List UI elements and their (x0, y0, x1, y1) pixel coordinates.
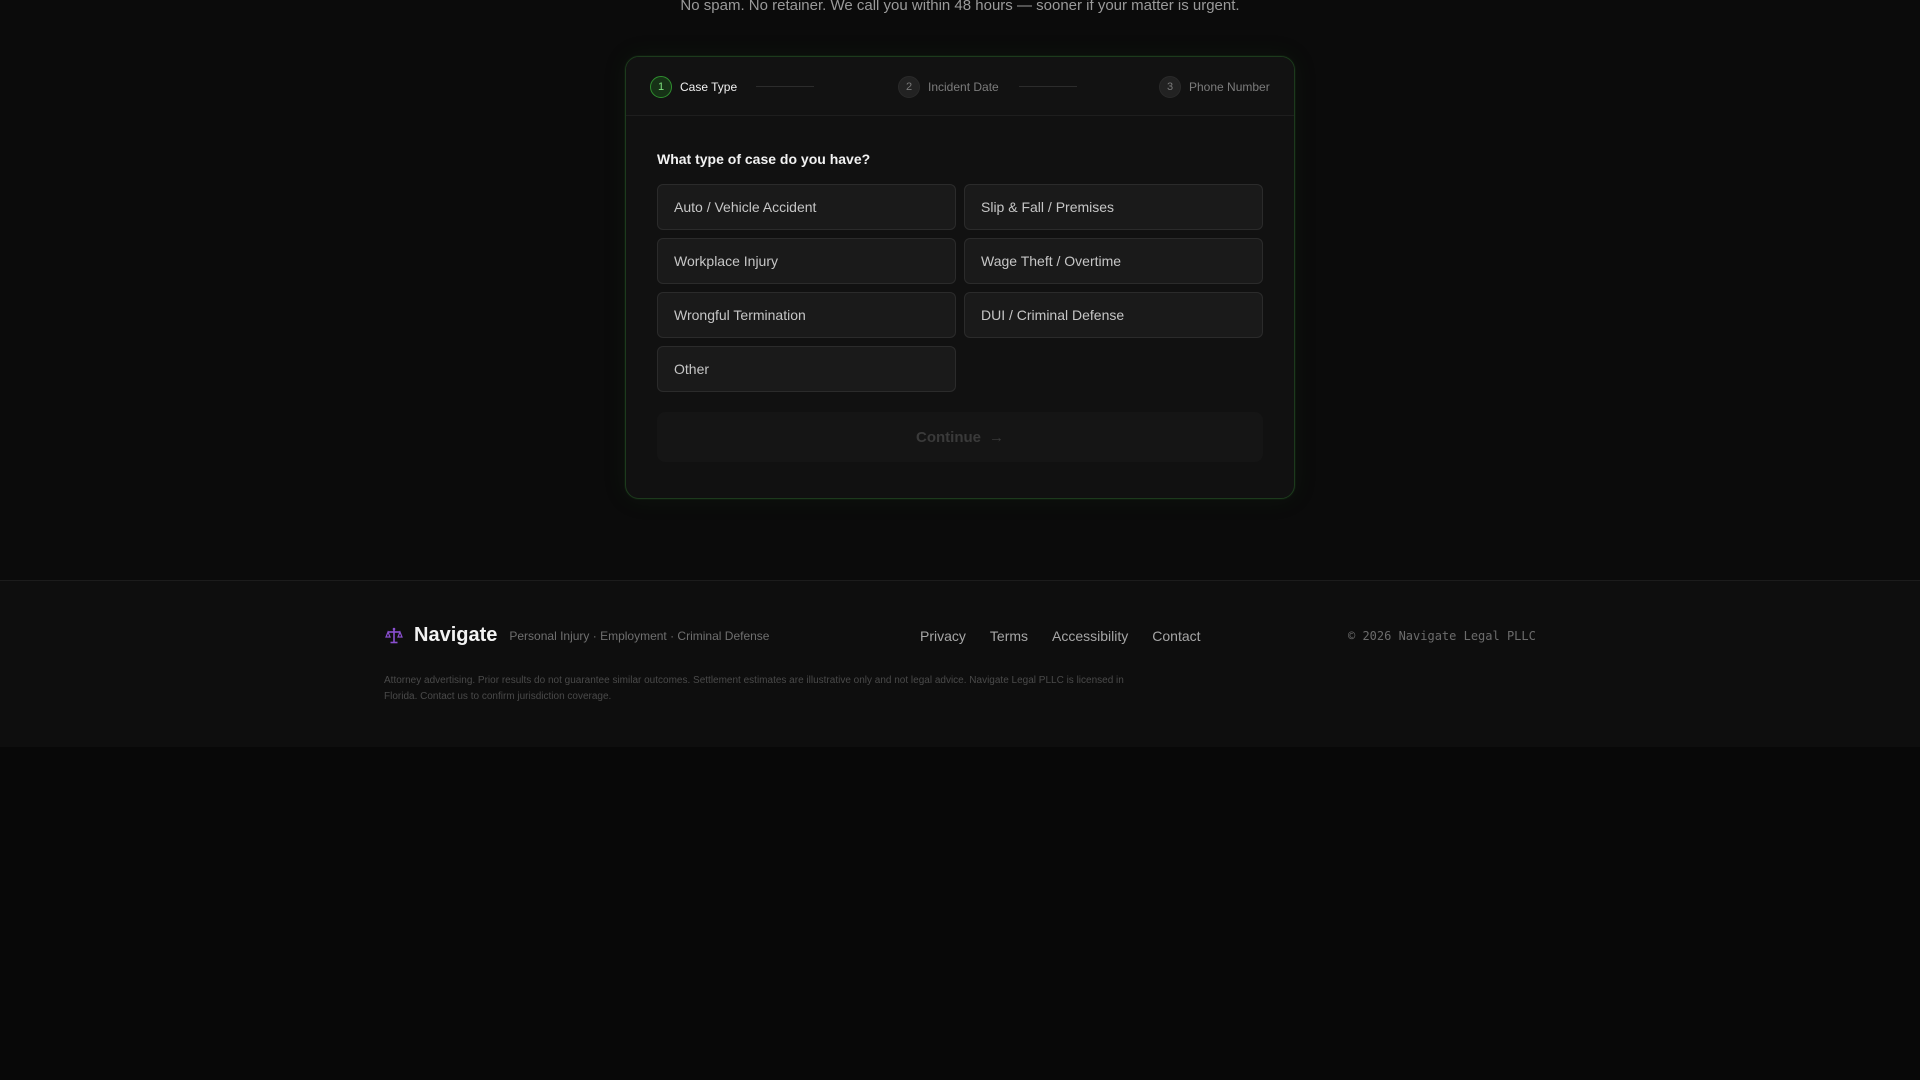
step-connector (756, 86, 814, 87)
case-option-wrongful-termination[interactable]: Wrongful Termination (657, 292, 956, 338)
footer-link-accessibility[interactable]: Accessibility (1052, 628, 1128, 644)
legal-disclaimer: Attorney advertising. Prior results do n… (384, 675, 1124, 702)
footer-link-contact[interactable]: Contact (1152, 628, 1200, 644)
step-connector (1019, 86, 1077, 87)
form-question: What type of case do you have? (657, 151, 871, 167)
scales-of-justice-icon (385, 627, 403, 643)
footer-nav: Privacy Terms Accessibility Contact (920, 628, 1201, 644)
step-label: Incident Date (928, 80, 999, 94)
intro-subtitle: No spam. No retainer. We call you within… (680, 0, 1240, 14)
footer-link-terms[interactable]: Terms (990, 628, 1028, 644)
copyright: © 2026 Navigate Legal PLLC (1348, 629, 1536, 643)
step-incident-date[interactable]: 2 Incident Date (898, 75, 999, 99)
case-option-auto-accident[interactable]: Auto / Vehicle Accident (657, 184, 956, 230)
case-option-workplace-injury[interactable]: Workplace Injury (657, 238, 956, 284)
intake-form-card: 1 Case Type 2 Incident Date 3 Phone Numb… (625, 56, 1295, 499)
case-option-slip-and-fall[interactable]: Slip & Fall / Premises (964, 184, 1263, 230)
step-case-type[interactable]: 1 Case Type (650, 75, 737, 99)
step-number: 1 (650, 76, 672, 98)
stepper: 1 Case Type 2 Incident Date 3 Phone Numb… (626, 57, 1294, 116)
footer: Navigate Personal Injury · Employment · … (0, 581, 1920, 747)
case-option-wage-theft[interactable]: Wage Theft / Overtime (964, 238, 1263, 284)
step-number: 3 (1159, 76, 1181, 98)
step-label: Case Type (680, 80, 738, 94)
continue-label: Continue (916, 428, 981, 446)
footer-brand[interactable]: Navigate Personal Injury · Employment · … (384, 624, 769, 647)
footer-link-privacy[interactable]: Privacy (920, 628, 966, 644)
arrow-right-icon: → (989, 428, 1004, 446)
step-phone-number[interactable]: 3 Phone Number (1159, 75, 1270, 99)
brand-tagline: Personal Injury · Employment · Criminal … (509, 628, 770, 643)
continue-button[interactable]: Continue → (657, 412, 1263, 462)
brand-name: Navigate (414, 624, 498, 646)
step-number: 2 (898, 76, 920, 98)
step-label: Phone Number (1189, 80, 1270, 94)
case-option-other[interactable]: Other (657, 346, 956, 392)
main-area: No spam. No retainer. We call you within… (0, 0, 1920, 580)
case-option-dui-criminal[interactable]: DUI / Criminal Defense (964, 292, 1263, 338)
page: No spam. No retainer. We call you within… (0, 0, 1920, 1080)
